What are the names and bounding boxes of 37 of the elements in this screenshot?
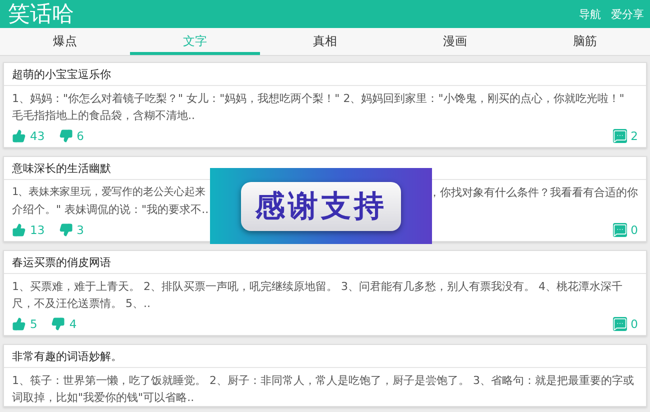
thumbs-up-icon <box>12 129 26 143</box>
like-button[interactable]: 43 <box>12 129 45 143</box>
comment-icon <box>612 223 627 237</box>
like-button[interactable]: 13 <box>12 223 45 237</box>
thumbs-up-icon <box>12 317 26 331</box>
comment-button[interactable]: 0 <box>612 223 638 237</box>
nav-link[interactable]: 爱分享 <box>611 6 644 22</box>
joke-text: 1、妈妈："你怎么对着镜子吃梨？" 女儿："妈妈，我想吃两个梨！" 2、妈妈回到家里："小馋鬼，刚买的点心，你就吃光啦！" 毛毛指指地上的食品袋，含糊不清地.. <box>12 91 626 124</box>
thumbs-up-icon <box>12 223 26 237</box>
thumbs-down-icon <box>51 317 66 331</box>
thumbs-down-icon <box>58 129 73 143</box>
joke-text: 1、筷子：世界第一懒，吃了饭就睡觉。 2、厨子：非同常人，常人是吃饱了，厨子是尝饱了。 3、省略句：就是把最重要的字或词取掉，比如"我爱你的钱"可以省略.. <box>12 373 635 406</box>
joke-text: 1、买票难，难于上青天。 2、排队买票一声吼，吼完继续原地留。 3、问君能有几多愁，别人有票我没有。 4、桃花潭水深千尺，不及汪伦送票情。 5、.. <box>12 279 624 312</box>
category-tab[interactable]: 漫画 <box>390 28 520 55</box>
joke-text: 1、表妹来家里玩，爱写作的老公关心起来 <box>12 185 206 200</box>
comment-icon <box>612 129 627 143</box>
promo-banner[interactable]: 感谢支持 <box>210 168 432 244</box>
category-tab[interactable]: 真相 <box>260 28 390 55</box>
comment-icon <box>612 317 627 331</box>
category-tab[interactable]: 爆点 <box>0 28 130 55</box>
banner-label: 感谢支持 <box>241 182 401 230</box>
comment-button[interactable]: 2 <box>612 129 638 143</box>
joke-title[interactable]: 非常有趣的词语妙解。 <box>4 345 646 368</box>
comment-button[interactable]: 0 <box>612 317 638 331</box>
like-button[interactable]: 5 <box>12 317 38 331</box>
joke-text: ，你找对象有什么条件？我看看有合适的你 <box>429 185 638 201</box>
joke-text: 介绍个。" 表妹调侃的说："我的要求不.. <box>12 202 209 218</box>
nav-link[interactable]: 导航 <box>579 6 601 22</box>
site-logo: 笑话哈 <box>8 1 74 29</box>
joke-title[interactable]: 春运买票的俏皮网语 <box>4 251 646 274</box>
dislike-button[interactable]: 4 <box>51 317 77 331</box>
thumbs-down-icon <box>58 223 73 237</box>
dislike-button[interactable]: 6 <box>58 129 84 143</box>
category-tab[interactable]: 脑筋 <box>520 28 650 55</box>
joke-title[interactable]: 超萌的小宝宝逗乐你 <box>4 63 646 86</box>
category-tab[interactable]: 文字 <box>130 28 260 55</box>
dislike-button[interactable]: 3 <box>58 223 84 237</box>
